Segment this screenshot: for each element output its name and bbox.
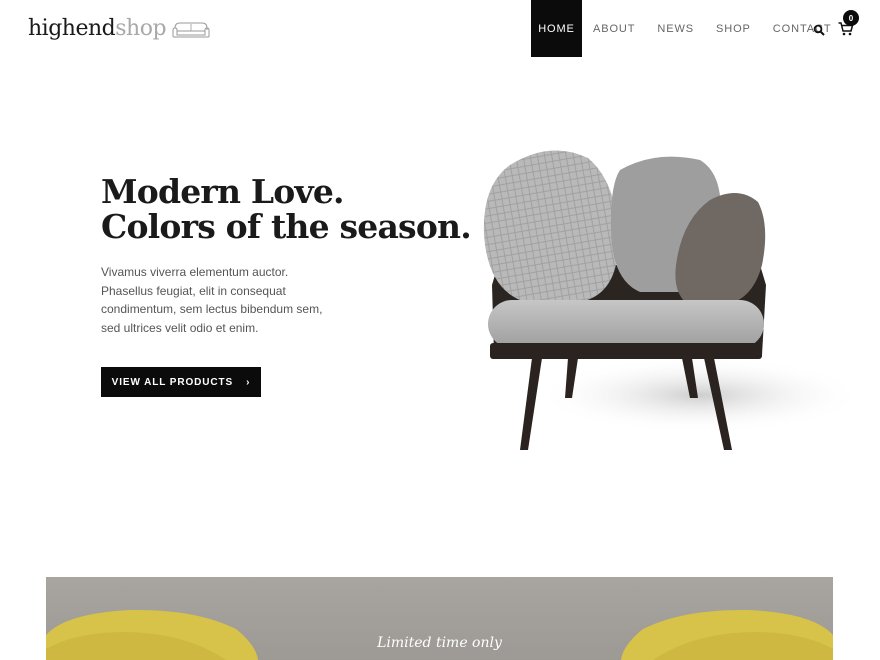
hero-description-line: condimentum, sem lectus bibendum sem,	[101, 302, 323, 317]
logo-text-highend: highend	[28, 16, 116, 41]
hero-description-line: Phasellus feugiat, elit in consequat	[101, 283, 286, 298]
promo-banner[interactable]: Limited time only	[46, 577, 833, 660]
nav-item-shop[interactable]: SHOP	[705, 0, 762, 57]
nav-item-home[interactable]: HOME	[531, 0, 582, 57]
search-icon[interactable]	[813, 24, 825, 36]
nav-item-label: NEWS	[657, 22, 695, 35]
nav-item-label: SHOP	[716, 22, 751, 35]
promo-banner-label: Limited time only	[377, 635, 502, 651]
nav-item-label: HOME	[538, 22, 575, 35]
logo-text-shop: shop	[115, 16, 167, 41]
hero-description: Vivamus viverra elementum auctor. Phasel…	[101, 263, 323, 337]
hero-chair-image	[483, 150, 865, 450]
hero-title: Modern Love. Colors of the season.	[101, 172, 472, 246]
view-all-products-button[interactable]: VIEW ALL PRODUCTS ›	[101, 367, 261, 397]
nav-item-label: CONTACT	[772, 22, 832, 35]
logo-text: highendshop	[28, 16, 167, 41]
hero-description-line: Vivamus viverra elementum auctor.	[101, 265, 289, 279]
nav-item-news[interactable]: NEWS	[646, 0, 705, 57]
hero-description-line: sed ultrices velit odio et enim.	[101, 320, 259, 335]
nav-item-label: ABOUT	[593, 22, 636, 35]
sofa-outline-icon	[172, 22, 210, 38]
hero-title-line: Modern Love.	[101, 172, 345, 211]
chevron-right-icon: ›	[246, 376, 251, 388]
nav-item-about[interactable]: ABOUT	[582, 0, 646, 57]
hero-title-line: Colors of the season.	[101, 207, 472, 246]
site-header: highendshop HOME ABOUT NEWS SHOP CONTACT	[0, 0, 880, 58]
nav-item-contact[interactable]: CONTACT	[762, 0, 843, 57]
view-all-products-label: VIEW ALL PRODUCTS	[111, 376, 234, 388]
cart-count-badge: 0	[843, 10, 859, 26]
main-nav: HOME ABOUT NEWS SHOP CONTACT	[531, 0, 842, 57]
site-logo[interactable]: highendshop	[28, 13, 211, 45]
